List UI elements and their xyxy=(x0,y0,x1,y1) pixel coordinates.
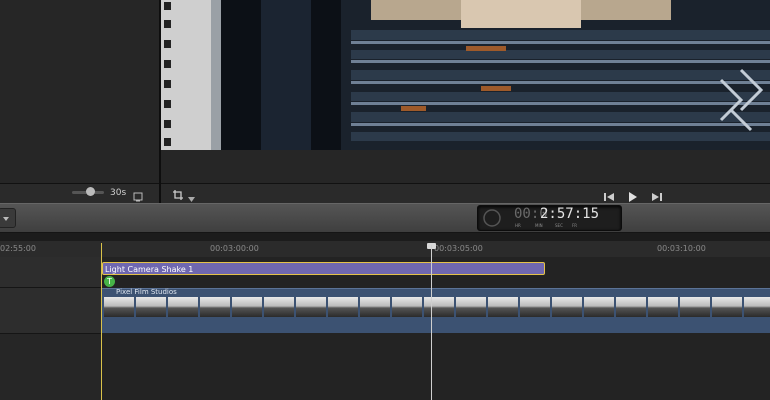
ruler-label: 00:03:00:00 xyxy=(210,244,259,253)
gutter-row-primary xyxy=(0,288,101,334)
chevron-down-icon xyxy=(3,217,9,221)
viewer-surround xyxy=(161,150,770,183)
skimmer-line xyxy=(101,243,102,400)
ruler-label: 00:03:10:00 xyxy=(657,244,706,253)
zoom-duration-label: 30s xyxy=(110,188,127,198)
zoom-slider-knob[interactable] xyxy=(86,187,95,196)
toolbar-menu-button[interactable] xyxy=(0,208,16,228)
timeline-ruler[interactable] xyxy=(0,241,770,258)
video-clip-label: Pixel Film Studios xyxy=(116,288,177,296)
timecode-value: 2:57:15 xyxy=(540,206,600,222)
viewer-toolbar xyxy=(161,183,770,204)
connection-point-icon[interactable]: T xyxy=(104,276,115,287)
browser-panel xyxy=(0,0,160,183)
timecode-caption-hr: HR xyxy=(515,223,521,228)
playhead-line[interactable] xyxy=(431,245,432,400)
ruler-label: 02:55:00 xyxy=(0,244,36,253)
viewer xyxy=(161,0,770,150)
timecode-caption-fr: FR xyxy=(572,223,578,228)
clip-filmstrip xyxy=(104,297,770,317)
gutter-row-connected xyxy=(0,257,101,288)
viewer-frame xyxy=(161,0,770,150)
ruler-label: 00:03:05:00 xyxy=(434,244,483,253)
title-clip[interactable]: Light Camera Shake 1 xyxy=(102,262,545,275)
timecode-dial-icon xyxy=(483,209,501,227)
timecode-caption-sec: SEC xyxy=(555,223,563,228)
timecode-caption-min: MIN xyxy=(535,223,543,228)
timeline-toolbar xyxy=(0,203,770,233)
